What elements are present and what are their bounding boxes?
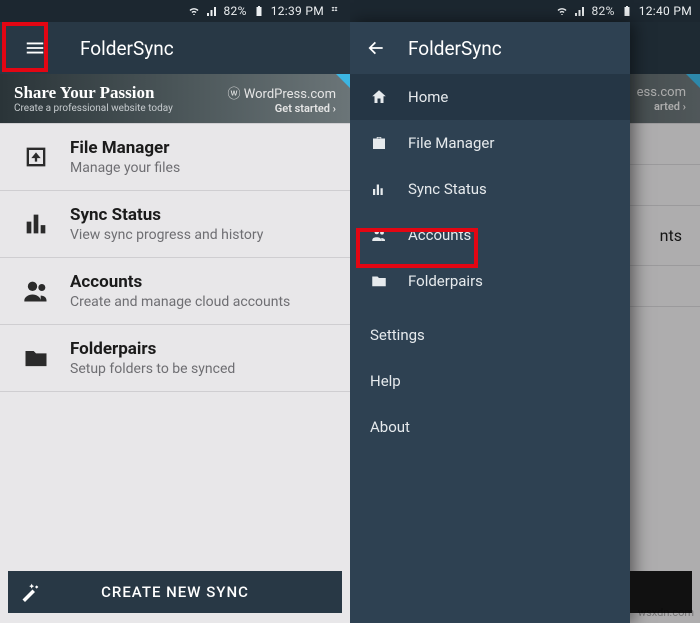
people-icon [22,277,50,305]
item-subtitle: Create and manage cloud accounts [70,294,290,310]
bottom-button-label: CREATE NEW SYNC [101,583,249,601]
battery-text: 82% [224,4,247,18]
back-arrow-icon[interactable] [366,38,386,58]
nav-file-manager[interactable]: File Manager Manage your files [0,124,350,191]
drawer-header: FolderSync [350,22,630,74]
download-box-icon [22,143,50,171]
nav-folderpairs[interactable]: Folderpairs Setup folders to be synced [0,325,350,392]
wand-icon [20,582,40,602]
drawer-item-sync-status[interactable]: Sync Status [350,166,630,212]
drawer-label: About [370,418,410,436]
app-bar: FolderSync [0,22,350,74]
battery-text: 82% [592,4,615,18]
item-title: Folderpairs [70,339,235,359]
drawer-label: Home [408,88,448,106]
drawer-label: File Manager [408,134,494,152]
ad-subline: Create a professional website today [14,103,173,114]
drawer-item-about[interactable]: About [350,404,630,450]
drawer-item-accounts[interactable]: Accounts [350,212,630,258]
nav-accounts[interactable]: Accounts Create and manage cloud account… [0,258,350,325]
hamburger-icon [24,37,46,59]
folder-icon [370,272,388,290]
drawer-title: FolderSync [408,37,502,60]
dropbox-icon [330,5,342,17]
people-icon [370,226,388,244]
drawer-item-file-manager[interactable]: File Manager [350,120,630,166]
drawer-item-folderpairs[interactable]: Folderpairs [350,258,630,304]
signal-icon [574,5,586,17]
ad-cta: Get started › [228,102,336,115]
drawer-item-help[interactable]: Help [350,358,630,404]
item-title: File Manager [70,138,180,158]
item-subtitle: Manage your files [70,160,180,176]
item-title: Accounts [70,272,290,292]
clock-text: 12:39 PM [271,4,324,18]
clock-text: 12:40 PM [639,4,692,18]
ad-headline: Share Your Passion [14,83,173,103]
ad-banner[interactable]: Share Your Passion Create a professional… [0,74,350,124]
drawer-label: Sync Status [408,180,487,198]
phone-left: 82% 12:39 PM FolderSync Share Your Passi… [0,0,350,623]
drawer-label: Settings [370,326,425,344]
menu-button[interactable] [14,27,56,69]
status-bar: 82% 12:39 PM [0,0,350,22]
battery-icon [621,5,633,17]
bar-chart-icon [22,210,50,238]
nav-sync-status[interactable]: Sync Status View sync progress and histo… [0,191,350,258]
watermark: wsxdn.com [638,606,694,619]
item-subtitle: Setup folders to be synced [70,361,235,377]
drawer-label: Folderpairs [408,272,483,290]
drawer-item-settings[interactable]: Settings [350,312,630,358]
drawer-item-home[interactable]: Home [350,74,630,120]
create-new-sync-button[interactable]: CREATE NEW SYNC [8,571,342,613]
wifi-icon [188,5,200,17]
bar-chart-icon [370,180,388,198]
ad-marker-icon [336,74,350,88]
folder-icon [22,344,50,372]
phone-right: 82% 12:40 PM ess.com arted › nts Fol [350,0,700,623]
drawer-label: Help [370,372,401,390]
status-bar: 82% 12:40 PM [350,0,700,22]
home-icon [370,88,388,106]
item-subtitle: View sync progress and history [70,227,263,243]
briefcase-icon [370,134,388,152]
app-title: FolderSync [80,37,174,60]
signal-icon [206,5,218,17]
ad-brand: WordPress.com [244,87,336,102]
drawer-label: Accounts [408,226,471,244]
wifi-icon [556,5,568,17]
nav-drawer: FolderSync Home File Manager Sync Status… [350,22,630,623]
item-title: Sync Status [70,205,263,225]
battery-icon [253,5,265,17]
